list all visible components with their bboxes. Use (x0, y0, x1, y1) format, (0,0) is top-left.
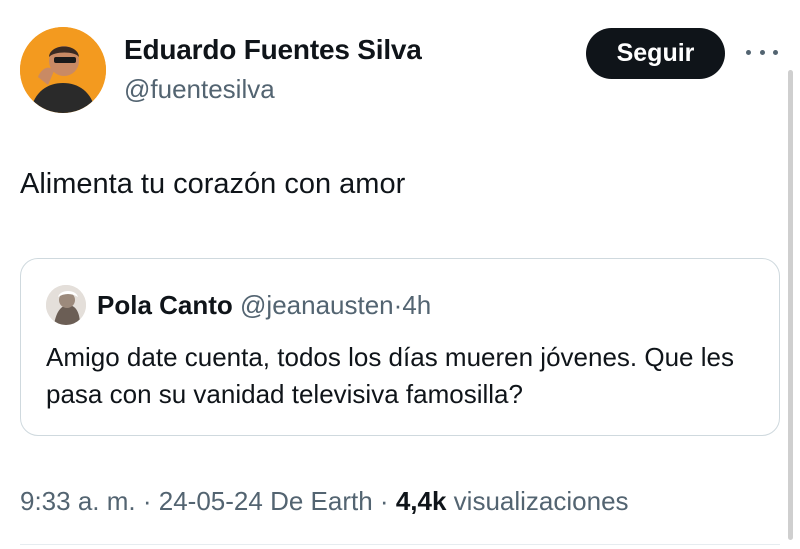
quoted-author-name[interactable]: Pola Canto (97, 290, 233, 320)
tweet-date[interactable]: 24-05-24 (159, 486, 263, 516)
tweet-text: Alimenta tu corazón con amor (20, 168, 406, 200)
scrollbar[interactable] (788, 70, 793, 540)
views-label: visualizaciones (453, 486, 629, 516)
quoted-author-avatar[interactable] (46, 285, 86, 325)
author-name[interactable]: Eduardo Fuentes Silva (124, 34, 422, 66)
tweet-time[interactable]: 9:33 a. m. (20, 486, 136, 516)
follow-button[interactable]: Seguir (586, 28, 725, 79)
views-count: 4,4k (395, 486, 447, 516)
meta-separator: · (379, 486, 389, 516)
more-horizontal-icon[interactable] (746, 42, 778, 62)
more-dot (746, 49, 751, 55)
quoted-author-photo (46, 285, 86, 325)
author-handle[interactable]: @fuentesilva (124, 74, 275, 105)
quoted-time[interactable]: 4h (402, 290, 431, 320)
tweet-metadata: 9:33 a. m. · 24-05-24 De Earth · 4,4k vi… (20, 486, 629, 517)
tweet-source: De Earth (270, 486, 373, 516)
divider (20, 544, 780, 545)
quoted-tweet-header: Pola Canto @jeanausten·4h (97, 290, 431, 321)
meta-separator: · (142, 486, 152, 516)
more-dot (759, 49, 765, 55)
quoted-author-handle[interactable]: @jeanausten (240, 290, 394, 320)
quoted-tweet-card[interactable]: Pola Canto @jeanausten·4h Amigo date cue… (20, 258, 780, 436)
more-dot (773, 49, 778, 55)
quoted-tweet-text: Amigo date cuenta, todos los días mueren… (46, 342, 734, 409)
author-photo (20, 27, 106, 113)
author-avatar[interactable] (20, 27, 106, 113)
